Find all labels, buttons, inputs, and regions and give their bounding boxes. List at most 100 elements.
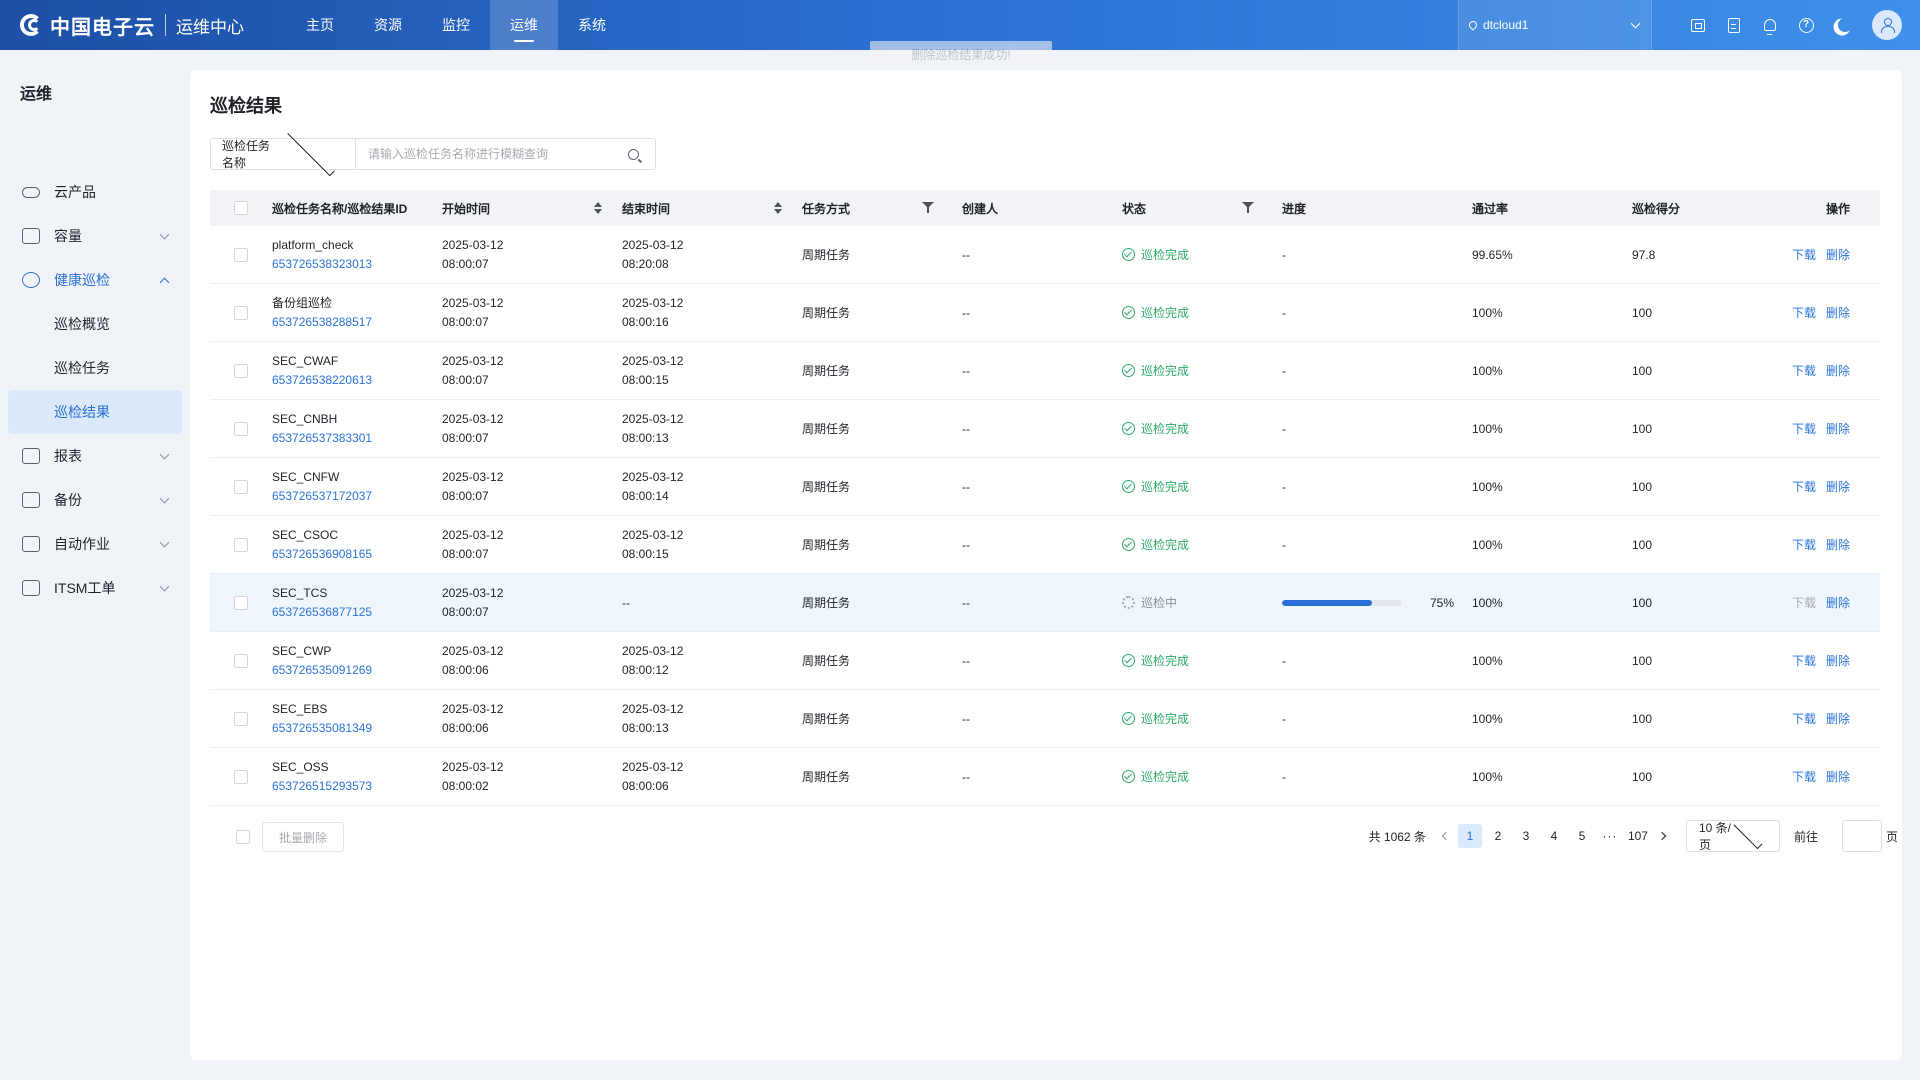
batch-delete-button[interactable]: 批量删除 <box>262 822 344 852</box>
table-row[interactable]: SEC_CSOC 653726536908165 2025-03-12 08:00:0… <box>210 516 1880 574</box>
result-id-link[interactable]: 653726515293573 <box>272 777 372 796</box>
sidebar-item-cloud-products[interactable]: 云产品 <box>8 170 182 214</box>
sort-icon[interactable] <box>594 202 602 214</box>
region-select[interactable]: dtcloud1 <box>1458 0 1652 50</box>
row-checkbox[interactable] <box>234 653 248 668</box>
nav-item-resources[interactable]: 资源 <box>354 0 422 50</box>
download-link[interactable]: 下载 <box>1792 246 1816 263</box>
table-row[interactable]: SEC_CNBH 653726537383301 2025-03-12 08:00:0… <box>210 400 1880 458</box>
delete-link[interactable]: 删除 <box>1826 710 1850 727</box>
row-checkbox[interactable] <box>234 305 248 320</box>
download-link[interactable]: 下载 <box>1792 594 1816 611</box>
search-input[interactable] <box>356 139 628 169</box>
sidebar-item-backup[interactable]: 备份 <box>8 478 182 522</box>
download-link[interactable]: 下载 <box>1792 478 1816 495</box>
sort-icon[interactable] <box>774 202 782 214</box>
header-start-time[interactable]: 开始时间 <box>432 190 612 226</box>
page-5-button[interactable]: 5 <box>1570 824 1594 848</box>
row-checkbox[interactable] <box>234 363 248 378</box>
download-link[interactable]: 下载 <box>1792 420 1816 437</box>
download-link[interactable]: 下载 <box>1792 536 1816 553</box>
nav-item-system[interactable]: 系统 <box>558 0 626 50</box>
theme-toggle-button[interactable] <box>1824 0 1860 50</box>
sidebar-item-reports[interactable]: 报表 <box>8 434 182 478</box>
nav-item-home[interactable]: 主页 <box>286 0 354 50</box>
delete-link[interactable]: 删除 <box>1826 362 1850 379</box>
row-checkbox[interactable] <box>234 479 248 494</box>
search-icon[interactable] <box>628 148 639 160</box>
sidebar-item-health-check[interactable]: 健康巡检 <box>8 258 182 302</box>
sidebar-item-itsm[interactable]: ITSM工单 <box>8 566 182 610</box>
delete-link[interactable]: 删除 <box>1826 768 1850 785</box>
document-button[interactable] <box>1716 0 1752 50</box>
search-field-select[interactable]: 巡检任务名称 <box>211 128 356 176</box>
result-id-link[interactable]: 653726538323013 <box>272 255 372 274</box>
goto-page-input[interactable] <box>1841 820 1882 852</box>
user-avatar[interactable] <box>1872 10 1902 40</box>
page-2-button[interactable]: 2 <box>1486 824 1510 848</box>
sidebar-item-capacity[interactable]: 容量 <box>8 214 182 258</box>
notification-button[interactable] <box>1752 0 1788 50</box>
result-id-link[interactable]: 653726536908165 <box>272 545 372 564</box>
sidebar-item-automation[interactable]: 自动作业 <box>8 522 182 566</box>
delete-link[interactable]: 删除 <box>1826 478 1850 495</box>
result-id-link[interactable]: 653726538220613 <box>272 371 372 390</box>
result-id-link[interactable]: 653726538288517 <box>272 313 372 332</box>
screen-button[interactable] <box>1680 0 1716 50</box>
task-name: SEC_EBS <box>272 701 328 716</box>
next-page-button[interactable] <box>1652 831 1672 841</box>
help-button[interactable]: ? <box>1788 0 1824 50</box>
table-row[interactable]: SEC_CWP 653726535091269 2025-03-12 08:00:06… <box>210 632 1880 690</box>
filter-icon[interactable] <box>1242 202 1254 213</box>
delete-link[interactable]: 删除 <box>1826 246 1850 263</box>
row-checkbox[interactable] <box>234 537 248 552</box>
result-id-link[interactable]: 653726537383301 <box>272 429 372 448</box>
result-id-link[interactable]: 653726536877125 <box>272 603 372 622</box>
start-time-cell: 2025-03-12 08:00:07 <box>432 284 612 341</box>
delete-link[interactable]: 删除 <box>1826 536 1850 553</box>
nav-item-monitoring[interactable]: 监控 <box>422 0 490 50</box>
page-3-button[interactable]: 3 <box>1514 824 1538 848</box>
row-checkbox[interactable] <box>234 711 248 726</box>
table-row[interactable]: SEC_EBS 653726535081349 2025-03-12 08:00:06… <box>210 690 1880 748</box>
page-4-button[interactable]: 4 <box>1542 824 1566 848</box>
download-link[interactable]: 下载 <box>1792 362 1816 379</box>
table-row[interactable]: platform_check 653726538323013 2025-03-12 0… <box>210 226 1880 284</box>
page-size-select[interactable]: 10 条/页 <box>1685 819 1780 852</box>
table-row[interactable]: SEC_CNFW 653726537172037 2025-03-12 08:00:0… <box>210 458 1880 516</box>
download-link[interactable]: 下载 <box>1792 768 1816 785</box>
sidebar-subitem-results[interactable]: 巡检结果 <box>8 390 182 434</box>
last-page-button[interactable]: 107 <box>1626 824 1650 848</box>
result-id-link[interactable]: 653726535081349 <box>272 719 372 738</box>
page-1-button[interactable]: 1 <box>1457 824 1482 848</box>
download-link[interactable]: 下载 <box>1792 304 1816 321</box>
select-all-checkbox[interactable] <box>234 201 248 215</box>
more-pages-button[interactable]: ··· <box>1598 824 1622 848</box>
result-id-link[interactable]: 653726535091269 <box>272 661 372 680</box>
nav-item-operations[interactable]: 运维 <box>490 0 558 50</box>
table-row[interactable]: 备份组巡检 653726538288517 2025-03-12 08:00:07 20… <box>210 284 1880 342</box>
delete-link[interactable]: 删除 <box>1826 594 1850 611</box>
footer-select-all-checkbox[interactable] <box>236 830 250 844</box>
row-checkbox[interactable] <box>234 769 248 784</box>
delete-link[interactable]: 删除 <box>1826 652 1850 669</box>
row-checkbox[interactable] <box>234 247 248 262</box>
prev-page-button[interactable] <box>1436 831 1456 841</box>
download-link[interactable]: 下载 <box>1792 710 1816 727</box>
row-checkbox[interactable] <box>234 595 248 610</box>
delete-link[interactable]: 删除 <box>1826 420 1850 437</box>
row-checkbox[interactable] <box>234 421 248 436</box>
result-id-link[interactable]: 653726537172037 <box>272 487 372 506</box>
filter-icon[interactable] <box>922 202 934 213</box>
chevron-up-icon <box>159 277 170 287</box>
logo[interactable]: 中国电子云 运维中心 <box>20 0 244 50</box>
table-row[interactable]: SEC_TCS 653726536877125 2025-03-12 08:00:07… <box>210 574 1880 632</box>
sidebar-subitem-tasks[interactable]: 巡检任务 <box>8 346 182 390</box>
delete-link[interactable]: 删除 <box>1826 304 1850 321</box>
download-link[interactable]: 下载 <box>1792 652 1816 669</box>
table-row[interactable]: SEC_CWAF 653726538220613 2025-03-12 08:00:0… <box>210 342 1880 400</box>
header-end-time[interactable]: 结束时间 <box>612 190 792 226</box>
sidebar-subitem-overview[interactable]: 巡检概览 <box>8 302 182 346</box>
table-row[interactable]: SEC_OSS 653726515293573 2025-03-12 08:00:02… <box>210 748 1880 806</box>
goto-label: 前往 <box>1793 829 1818 844</box>
